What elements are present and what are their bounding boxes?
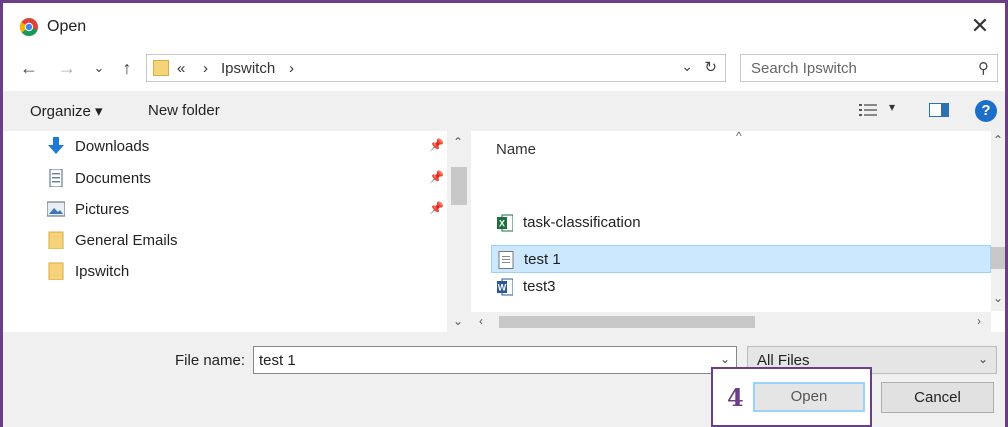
organize-button[interactable]: Organize ▾ [30,102,103,120]
file-row-test3[interactable]: W test3 [491,273,991,301]
forward-arrow-icon[interactable]: → [55,56,79,80]
view-details-icon[interactable] [859,103,877,117]
navigation-pane: Downloads 📌 Documents 📌 Pictures 📌 Gener… [3,131,471,332]
file-name-field[interactable]: test 1 ⌄ [253,346,737,374]
scroll-down-arrow-icon[interactable]: ⌄ [453,314,463,328]
sort-ascending-caret-icon: ^ [736,129,742,143]
scroll-up-arrow-icon[interactable]: ⌃ [453,135,463,149]
file-list-horizontal-scrollbar[interactable]: ‹ › [471,312,991,332]
sidebar-item-pictures[interactable]: Pictures 📌 [47,197,447,223]
sidebar-item-label: Ipswitch [75,263,130,280]
excel-icon: X [497,214,513,232]
scrollbar-thumb[interactable] [451,167,467,205]
svg-text:W: W [498,283,507,293]
sidebar-item-downloads[interactable]: Downloads 📌 [47,134,447,160]
chevron-down-icon[interactable]: ⌄ [978,352,988,366]
file-row-test-1[interactable]: test 1 [491,245,991,273]
navigation-scrollbar[interactable]: ⌃ ⌄ [447,131,471,332]
up-folder-arrow-icon[interactable]: ↑ [115,56,139,80]
chevron-down-icon[interactable]: ⌄ [720,352,730,366]
name-column-header[interactable]: Name [496,141,536,158]
file-list-pane: ^ Name X task-classification test 1 W te… [471,129,1005,332]
breadcrumb-separator: › [203,60,208,77]
address-bar[interactable]: « › Ipswitch › ⌄ ↻ [146,54,726,82]
pin-icon[interactable]: 📌 [429,201,444,215]
step-annotation-box: 4 Open [711,367,872,427]
file-name: test 1 [524,251,561,268]
address-dropdown-chevron-icon[interactable]: ⌄ [681,58,693,75]
new-folder-button[interactable]: New folder [148,102,220,119]
pictures-icon [47,201,65,217]
file-name: test3 [523,278,556,295]
scrollbar-thumb[interactable] [499,316,755,328]
file-name-label: File name: [175,352,246,369]
file-row-task-classification[interactable]: X task-classification [491,209,991,237]
sidebar-item-label: General Emails [75,232,178,249]
close-icon[interactable]: ✕ [965,11,995,41]
title-bar: Open ✕ [3,3,1005,47]
sidebar-item-documents[interactable]: Documents 📌 [47,166,447,192]
document-icon [49,169,63,187]
back-arrow-icon[interactable]: ← [17,56,41,80]
folder-icon [153,60,169,76]
search-input[interactable]: Search Ipswitch ⚲ [740,54,998,82]
breadcrumb-end-separator[interactable]: › [289,60,294,77]
sidebar-item-general-emails[interactable]: General Emails [47,228,447,254]
pin-icon[interactable]: 📌 [429,170,444,184]
sidebar-item-label: Pictures [75,201,130,218]
view-dropdown-chevron-icon[interactable]: ▾ [889,100,895,114]
scroll-up-arrow-icon[interactable]: ⌃ [993,133,1003,147]
file-name-value: test 1 [259,352,296,369]
folder-icon [48,262,64,280]
dialog-footer: File name: test 1 ⌄ All Files ⌄ 4 Open C… [3,332,1005,427]
window-title: Open [47,18,87,35]
sidebar-item-ipswitch[interactable]: Ipswitch [47,259,447,285]
open-button[interactable]: Open [753,382,865,412]
pin-icon[interactable]: 📌 [429,138,444,152]
chrome-icon [19,18,38,36]
recent-locations-chevron-icon[interactable]: ⌄ [87,56,111,80]
refresh-icon[interactable]: ↻ [704,58,717,76]
search-placeholder: Search Ipswitch [751,60,857,77]
search-icon[interactable]: ⚲ [978,59,989,77]
cancel-button[interactable]: Cancel [881,382,994,413]
svg-text:X: X [499,219,505,229]
breadcrumb-overflow[interactable]: « [177,60,185,77]
navigation-bar: ← → ⌄ ↑ « › Ipswitch › ⌄ ↻ Search Ipswit… [3,47,1005,91]
scroll-down-arrow-icon[interactable]: ⌄ [993,291,1003,305]
sidebar-item-label: Downloads [75,138,150,155]
file-name: task-classification [523,214,641,231]
scrollbar-thumb[interactable] [991,247,1005,269]
text-file-icon [498,251,514,269]
scroll-right-arrow-icon[interactable]: › [977,314,981,328]
preview-pane-icon[interactable] [929,103,949,117]
file-list-vertical-scrollbar[interactable]: ⌃ ⌄ [991,131,1005,311]
sidebar-item-label: Documents [75,170,151,187]
breadcrumb-folder[interactable]: Ipswitch [221,60,275,77]
folder-icon [48,231,64,249]
help-icon[interactable]: ? [975,100,997,122]
step-number: 4 [727,383,744,412]
download-arrow-icon [48,137,64,154]
command-toolbar: Organize ▾ New folder ▾ ? [3,91,1005,131]
word-icon: W [497,278,513,296]
scroll-left-arrow-icon[interactable]: ‹ [479,314,483,328]
